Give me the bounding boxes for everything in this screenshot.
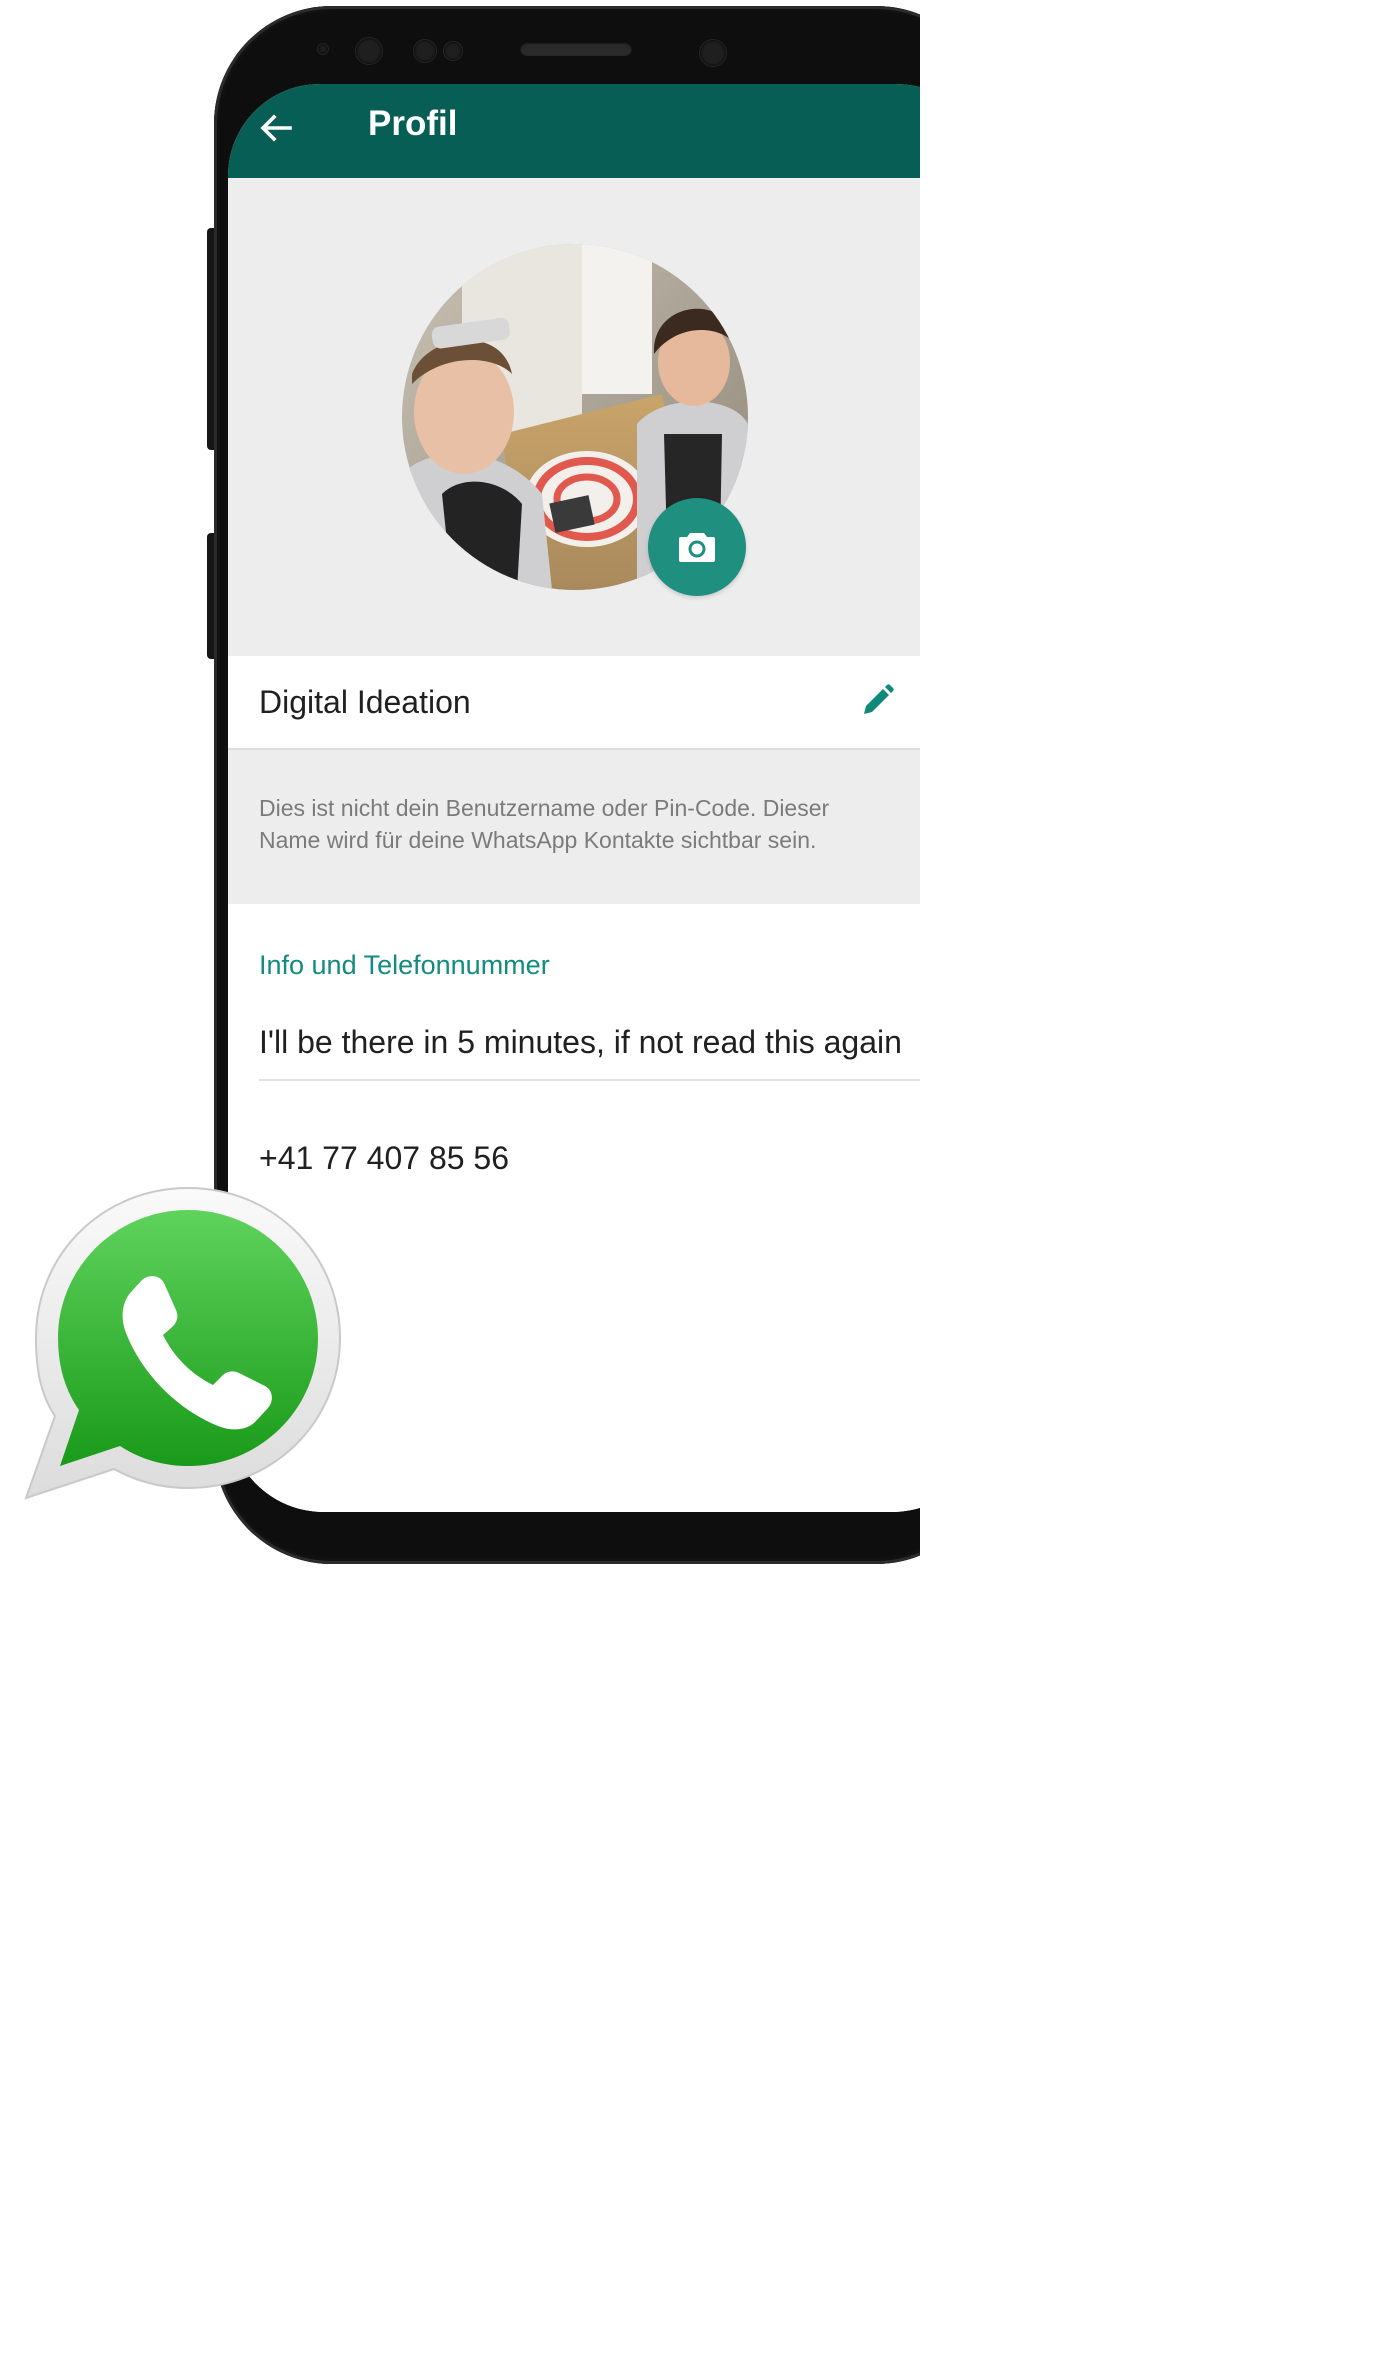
name-hint-text: Dies ist nicht dein Benutzername oder Pi… [259,795,830,853]
whatsapp-logo-icon [18,1180,348,1508]
info-heading: Info und Telefonnummer [259,950,550,980]
front-camera [700,40,726,66]
app-header: Profil [228,84,920,178]
profile-name-row[interactable]: Digital Ideation [228,656,920,750]
back-button[interactable] [254,106,298,150]
change-photo-button[interactable] [648,498,746,596]
arrow-left-icon [260,114,292,142]
divider [259,1079,920,1081]
name-hint-section: Dies ist nicht dein Benutzername oder Pi… [228,750,920,904]
camera-icon [679,533,715,562]
page-title: Profil [368,104,458,143]
phone-speaker [520,42,632,56]
phone-sensor [414,40,436,62]
profile-photo-section [228,178,920,656]
phone-sensor [356,38,382,64]
whatsapp-logo-graphic [24,1186,342,1500]
about-status[interactable]: I'll be there in 5 minutes, if not read … [259,1024,902,1061]
edit-name-button[interactable] [856,680,898,722]
profile-name: Digital Ideation [259,684,471,720]
phone-sensor [444,42,462,60]
canvas: Profil Digital Ideation Dies ist nicht d… [0,0,920,1568]
pencil-icon [864,684,894,714]
phone-number[interactable]: +41 77 407 85 56 [259,1140,509,1177]
phone-sensor [318,44,328,54]
